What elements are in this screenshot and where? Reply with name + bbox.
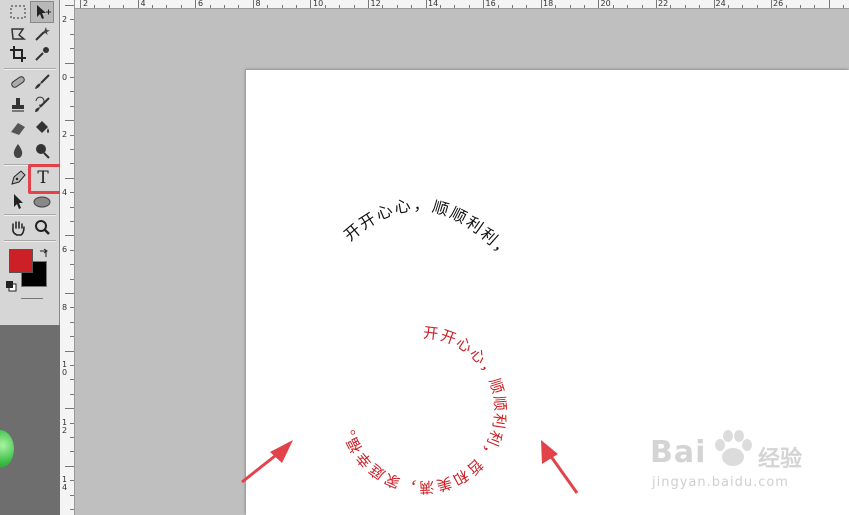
baidu-watermark: Bai 经验 jingyan.baidu.com: [650, 425, 820, 500]
arrow-right: [541, 440, 579, 494]
circle-text-path: 开开心心，顺顺利利，哲和美满，家庭幸福。: [337, 324, 507, 497]
foreground-color-swatch[interactable]: [9, 249, 33, 273]
arc-text-path: 开开心心，顺顺利利，: [340, 195, 514, 263]
circle-text: 开开心心，顺顺利利，哲和美满，家庭幸福。: [337, 324, 509, 497]
paw-icon: [715, 430, 752, 466]
watermark-suffix: 经验: [758, 447, 803, 472]
watermark-brand: Bai: [650, 435, 707, 470]
watermark-url: jingyan.baidu.com: [652, 475, 789, 490]
arc-text: 开开心心，顺顺利利，: [340, 195, 516, 263]
arrow-left: [241, 440, 293, 484]
